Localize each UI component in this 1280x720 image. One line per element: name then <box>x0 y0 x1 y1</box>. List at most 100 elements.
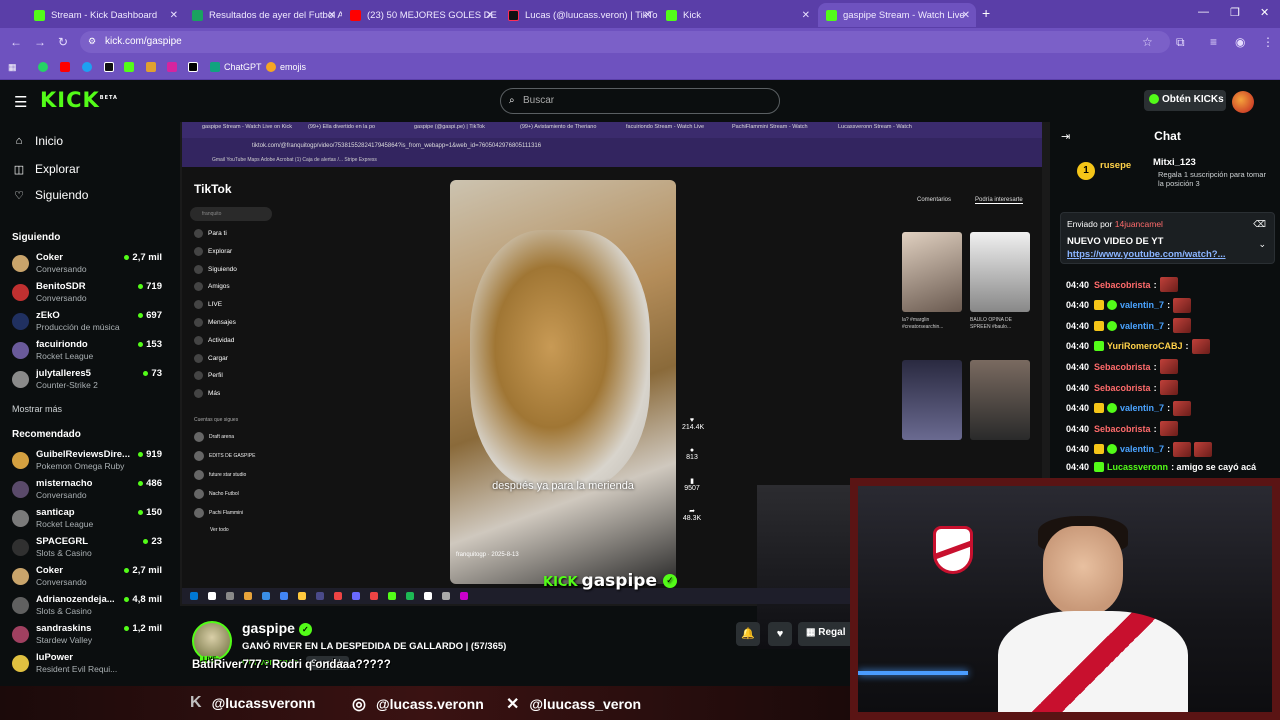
search-input[interactable]: ⌕ Buscar <box>500 88 780 114</box>
new-tab-icon[interactable]: + <box>982 5 990 21</box>
browser-tab[interactable]: (23) 50 MEJORES GOLES DE RI ✕ <box>342 3 500 27</box>
close-tab-icon[interactable]: ✕ <box>644 10 652 21</box>
reload-icon[interactable]: ↻ <box>58 35 68 49</box>
chat-message[interactable]: 04:40 valentin_7: <box>1066 297 1192 313</box>
browser-tab[interactable]: Kick ✕ <box>658 3 816 27</box>
chat-message[interactable]: 04:40 Lucassveronn: amigo se cayó acá <box>1066 462 1256 473</box>
sidebar-channel[interactable]: facuiriondo Rocket League 153 <box>12 339 162 365</box>
sidebar-channel[interactable]: BenitoSDR Conversando 719 <box>12 281 162 307</box>
sidebar-channel[interactable]: Adrianozendeja... Slots & Casino 4,8 mil <box>12 594 162 620</box>
sub-user-2[interactable]: Mitxi_123 <box>1153 157 1196 168</box>
browser-tab[interactable]: Lucas (@luucass.veron) | TikTok ✕ <box>500 3 658 27</box>
close-tab-icon[interactable]: ✕ <box>328 10 336 21</box>
bookmark-instagram[interactable] <box>167 62 177 72</box>
chat-message[interactable]: 04:40 valentin_7: <box>1066 318 1192 334</box>
bookmark-youtube[interactable] <box>60 62 70 72</box>
chat-username[interactable]: valentin_7 <box>1120 321 1164 331</box>
chat-username[interactable]: valentin_7 <box>1120 300 1164 310</box>
chat-message[interactable]: 04:40 YuriRomeroCABJ: <box>1066 338 1210 354</box>
show-more-link[interactable]: Mostrar más <box>12 404 62 414</box>
close-tab-icon[interactable]: ✕ <box>170 10 178 21</box>
unpin-icon[interactable]: ⌫ <box>1253 219 1266 230</box>
extensions-icon[interactable]: ⧉ <box>1176 35 1185 50</box>
sidebar-nav-home[interactable]: ⌂ Inicio <box>12 134 63 148</box>
sub-user-1[interactable]: rusepe <box>1100 160 1131 171</box>
forward-icon[interactable]: → <box>34 35 46 49</box>
close-tab-icon[interactable]: ✕ <box>486 10 494 21</box>
kick-favicon-icon <box>666 9 677 21</box>
kick-logo[interactable]: KICKBETA <box>40 88 118 112</box>
close-window-icon[interactable]: ✕ <box>1260 6 1269 19</box>
back-icon[interactable]: ← <box>10 35 22 49</box>
sidebar-channel[interactable]: sandraskins Stardew Valley 1,2 mil <box>12 623 162 649</box>
chat-username[interactable]: Sebacobrista <box>1094 424 1151 434</box>
restore-icon[interactable]: ❐ <box>1230 6 1240 19</box>
hamburger-menu-icon[interactable]: ☰ <box>14 93 27 111</box>
bookmark-tiktok[interactable] <box>104 62 114 72</box>
bookmark-kick[interactable] <box>124 62 134 72</box>
chat-username[interactable]: Lucassveronn <box>1107 462 1168 472</box>
sidebar-channel[interactable]: zEkO Producción de música 697 <box>12 310 162 336</box>
notification-bell-button[interactable]: 🔔 <box>736 622 760 646</box>
sidebar-channel[interactable]: GuibelReviewsDire... Pokemon Omega Ruby 91… <box>12 449 162 475</box>
sidebar-channel[interactable]: santicap Rocket League 150 <box>12 507 162 533</box>
nav-dot-icon <box>194 264 203 274</box>
browser-tab-active[interactable]: gaspipe Stream - Watch Live ✕ <box>818 3 976 27</box>
chat-message[interactable]: 04:40 Sebacobrista: <box>1066 277 1178 292</box>
chat-message[interactable]: 04:40 valentin_7: <box>1066 400 1192 416</box>
chat-username[interactable]: valentin_7 <box>1120 444 1164 454</box>
sidebar-channel[interactable]: Coker Conversando 2,7 mil <box>12 565 162 591</box>
sidebar-nav-explore[interactable]: ◫ Explorar <box>12 162 80 176</box>
chat-username[interactable]: Sebacobrista <box>1094 362 1151 372</box>
close-tab-icon[interactable]: ✕ <box>962 10 970 21</box>
chat-username[interactable]: valentin_7 <box>1120 403 1164 413</box>
channel-avatar[interactable] <box>192 621 232 661</box>
bookmark-whatsapp[interactable] <box>38 62 48 72</box>
apps-icon[interactable]: ▦ <box>8 62 17 73</box>
chat-username[interactable]: YuriRomeroCABJ <box>1107 341 1183 351</box>
tiktok-share-icon: ➦ 48.3K <box>682 508 702 522</box>
chat-message[interactable]: 04:40 Sebacobrista: <box>1066 421 1178 437</box>
reading-list-icon[interactable]: ≡ <box>1210 35 1217 49</box>
pinned-message[interactable]: Enviado por 14juancamel ⌫ NUEVO VIDEO DE… <box>1060 212 1275 264</box>
user-avatar[interactable] <box>1232 91 1254 113</box>
collapse-chat-icon[interactable]: ⇥ <box>1061 130 1070 143</box>
tiktok-account: future star studio <box>194 470 246 480</box>
browser-tab[interactable]: Stream - Kick Dashboard ✕ <box>26 3 184 27</box>
sidebar-channel[interactable]: misternacho Conversando 486 <box>12 478 162 504</box>
sidebar-channel[interactable]: SPACEGRL Slots & Casino 23 <box>12 536 162 562</box>
get-kicks-button[interactable]: Obtén KICKs <box>1144 90 1226 111</box>
menu-icon[interactable]: ⋮ <box>1262 35 1274 49</box>
profile-icon[interactable]: ◉ <box>1235 35 1245 49</box>
bookmark-x[interactable] <box>188 62 198 72</box>
chat-message[interactable]: 04:40 Sebacobrista: <box>1066 380 1178 395</box>
url-field[interactable]: ⚙ kick.com/gaspipe <box>80 31 1170 53</box>
pinned-link[interactable]: https://www.youtube.com/watch?... <box>1067 249 1226 260</box>
sidebar-channel[interactable]: luPower Resident Evil Requi... <box>12 652 162 678</box>
tiktok-search: franquito <box>190 207 272 221</box>
tiktok-nav-item: Explorar <box>194 246 232 256</box>
follow-heart-button[interactable]: ♥ <box>768 622 792 646</box>
bookmark-star-icon[interactable]: ☆ <box>1142 35 1153 49</box>
browser-tab[interactable]: Resultados de ayer del Futbol A ✕ <box>184 3 342 27</box>
bookmark-emojis[interactable]: emojis <box>266 62 306 72</box>
sidebar-nav-following[interactable]: ♡ Siguiendo <box>12 188 88 202</box>
sidebar-channel[interactable]: Coker Conversando 2,7 mil <box>12 252 162 278</box>
site-info-icon[interactable]: ⚙ <box>88 36 96 47</box>
channel-name[interactable]: gaspipe ✓ <box>242 620 312 636</box>
tiktok-nav-label: Para ti <box>208 230 227 237</box>
bookmark-chatgpt[interactable]: ChatGPT <box>210 62 262 72</box>
bookmark-mail[interactable] <box>146 62 156 72</box>
viewer-count: 919 <box>138 449 162 460</box>
chat-username[interactable]: Sebacobrista <box>1094 383 1151 393</box>
chat-message[interactable]: 04:40 valentin_7: <box>1066 441 1213 457</box>
chat-message[interactable]: 04:40 Sebacobrista: <box>1066 359 1178 375</box>
close-tab-icon[interactable]: ✕ <box>802 10 810 21</box>
minimize-icon[interactable]: — <box>1198 6 1209 18</box>
account-name: Pachi Flammini <box>209 510 244 516</box>
bookmark-twitter[interactable] <box>82 62 92 72</box>
chat-username[interactable]: Sebacobrista <box>1094 280 1151 290</box>
sidebar-channel[interactable]: julytalleres5 Counter-Strike 2 73 <box>12 368 162 394</box>
message-time: 04:40 <box>1066 361 1090 372</box>
chevron-down-icon[interactable]: ⌄ <box>1258 239 1266 250</box>
